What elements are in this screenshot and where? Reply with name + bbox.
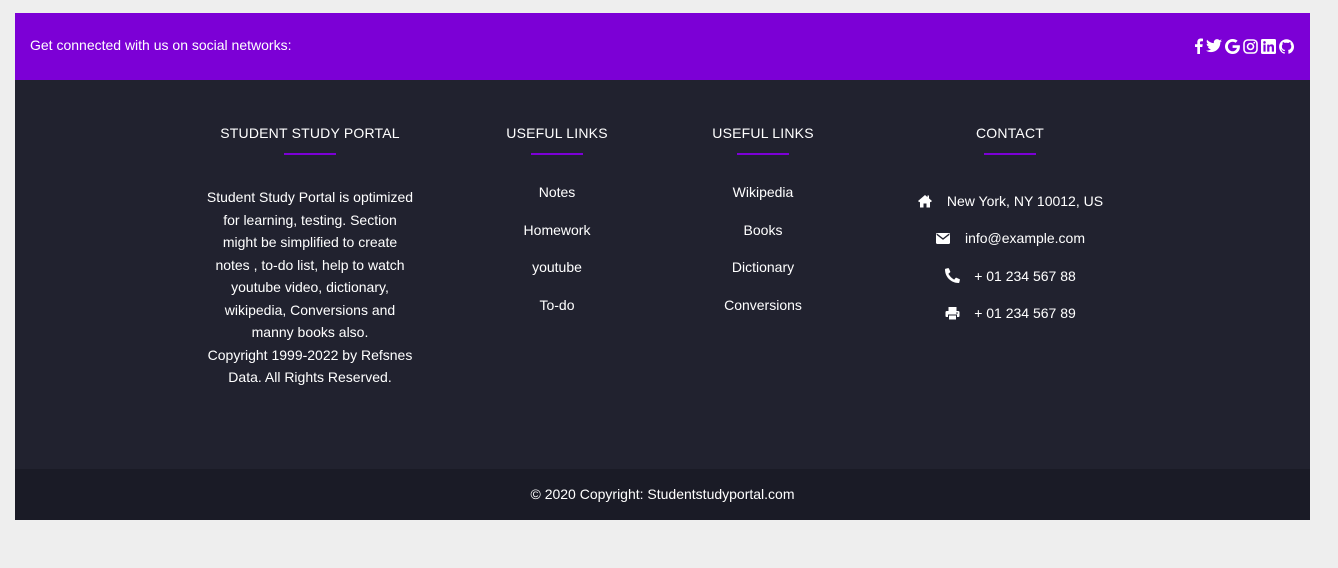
- about-line: Student Study Portal is optimized: [206, 189, 414, 205]
- useful-links-column-2: USEFUL LINKS Wikipedia Books Dictionary …: [693, 125, 833, 332]
- copyright-bar: © 2020 Copyright: Studentstudyportal.com: [15, 469, 1310, 520]
- link-youtube[interactable]: youtube: [532, 259, 582, 275]
- link-item: To-do: [487, 295, 627, 333]
- contact-title: CONTACT: [975, 125, 1045, 141]
- link-item: youtube: [487, 257, 627, 295]
- link-conversions[interactable]: Conversions: [724, 297, 802, 313]
- page-footer: Get connected with us on social networks…: [15, 13, 1310, 520]
- contact-email: info@example.com: [895, 220, 1125, 258]
- link-item: Dictionary: [693, 257, 833, 295]
- about-line: Data. All Rights Reserved.: [228, 369, 392, 385]
- about-line: for learning, testing. Section: [223, 211, 397, 228]
- print-icon: [944, 305, 960, 321]
- copyright-text: © 2020 Copyright: Studentstudyportal.com: [530, 486, 795, 502]
- about-line: manny books also.: [251, 324, 369, 340]
- link-item: Conversions: [693, 295, 833, 333]
- link-item: Wikipedia: [693, 182, 833, 220]
- about-text: Student Study Portal is optimized for le…: [195, 186, 425, 389]
- twitter-icon[interactable]: [1206, 37, 1222, 55]
- useful-links-column-1: USEFUL LINKS Notes Homework youtube To-d…: [487, 125, 627, 332]
- link-dictionary[interactable]: Dictionary: [732, 259, 794, 275]
- link-notes[interactable]: Notes: [539, 184, 576, 200]
- instagram-icon[interactable]: [1243, 37, 1258, 55]
- about-line: youtube video, dictionary,: [231, 279, 389, 295]
- linkedin-icon[interactable]: [1261, 37, 1276, 55]
- useful-links-title-1: USEFUL LINKS: [506, 125, 608, 141]
- contact-email-text: info@example.com: [964, 230, 1086, 247]
- useful-links-list-2: Wikipedia Books Dictionary Conversions: [693, 182, 833, 332]
- link-todo[interactable]: To-do: [539, 297, 574, 313]
- about-line: wikipedia, Conversions and: [224, 301, 396, 318]
- social-text: Get connected with us on social networks…: [30, 37, 292, 53]
- link-item: Notes: [487, 182, 627, 220]
- link-item: Homework: [487, 220, 627, 258]
- about-line: Copyright 1999-2022 by Refsnes: [207, 346, 413, 363]
- social-icons: [1194, 36, 1294, 56]
- contact-fax: + 01 234 567 89: [895, 295, 1125, 333]
- useful-links-list-1: Notes Homework youtube To-do: [487, 182, 627, 332]
- about-line: might be simplified to create: [222, 234, 398, 250]
- google-icon[interactable]: [1225, 37, 1240, 55]
- contact-phone-text: + 01 234 567 88: [974, 267, 1076, 284]
- useful-links-underline-1: [531, 153, 583, 155]
- contact-fax-text: + 01 234 567 89: [974, 305, 1076, 322]
- phone-icon: [944, 268, 960, 284]
- github-icon[interactable]: [1279, 37, 1294, 55]
- contact-column: CONTACT New York, NY 10012, US info@exam…: [895, 125, 1125, 332]
- useful-links-underline-2: [737, 153, 789, 155]
- link-wikipedia[interactable]: Wikipedia: [733, 184, 794, 200]
- link-item: Books: [693, 220, 833, 258]
- envelope-icon: [935, 230, 951, 246]
- contact-address: New York, NY 10012, US: [895, 182, 1125, 220]
- useful-links-title-2: USEFUL LINKS: [712, 125, 814, 141]
- contact-address-text: New York, NY 10012, US: [946, 192, 1104, 209]
- about-title-underline: [284, 153, 336, 155]
- home-icon: [917, 193, 933, 209]
- contact-title-underline: [984, 153, 1036, 155]
- social-bar: Get connected with us on social networks…: [15, 13, 1310, 80]
- facebook-icon[interactable]: [1194, 37, 1203, 55]
- link-homework[interactable]: Homework: [524, 222, 591, 238]
- about-title: STUDENT STUDY PORTAL: [220, 125, 400, 141]
- about-column: STUDENT STUDY PORTAL Student Study Porta…: [195, 125, 425, 389]
- link-books[interactable]: Books: [744, 222, 783, 238]
- contact-phone: + 01 234 567 88: [895, 257, 1125, 295]
- contact-list: New York, NY 10012, US info@example.com …: [895, 182, 1125, 332]
- about-line: notes , to-do list, help to watch: [215, 256, 405, 273]
